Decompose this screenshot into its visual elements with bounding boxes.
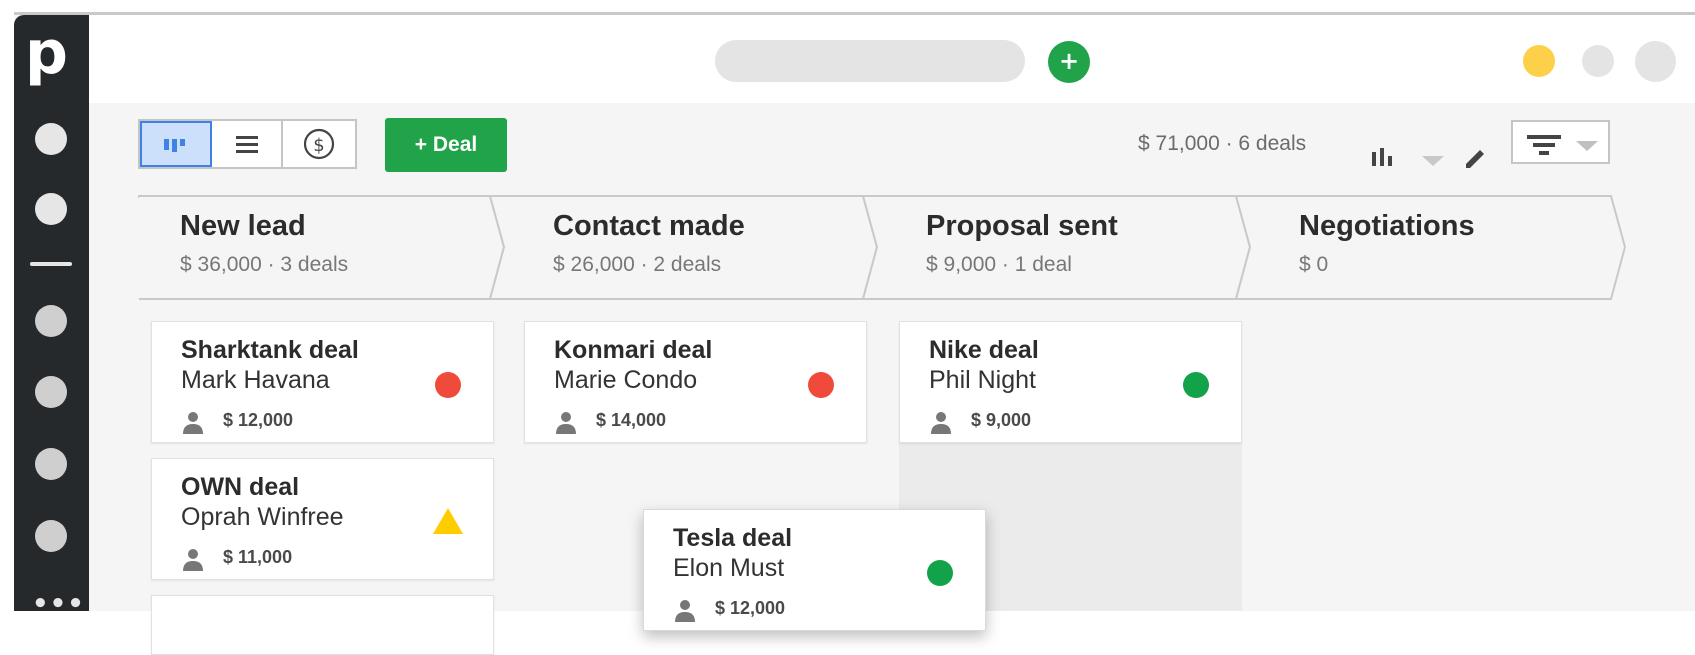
notification-indicator[interactable]: [1523, 45, 1555, 77]
status-red-icon: [808, 372, 834, 398]
deal-card-partial[interactable]: [151, 595, 494, 655]
nav-item-5[interactable]: [35, 448, 67, 480]
status-red-icon: [435, 372, 461, 398]
deal-card-sharktank[interactable]: Sharktank deal Mark Havana $ 12,000: [151, 321, 494, 443]
forecast-view-button[interactable]: $: [283, 121, 355, 167]
stage-summary: $ 9,000 · 1 deal: [926, 253, 1072, 276]
chevron-down-icon: [1576, 141, 1598, 151]
stage-proposal-sent: Proposal sent $ 9,000 · 1 deal: [926, 210, 1118, 277]
deal-title: OWN deal: [181, 473, 300, 501]
edit-icon[interactable]: [1462, 146, 1488, 172]
chevron-down-icon[interactable]: [1420, 154, 1446, 168]
deal-title: Nike deal: [929, 336, 1039, 364]
deal-title: Sharktank deal: [181, 336, 359, 364]
search-input[interactable]: [715, 40, 1025, 82]
view-toggle: $: [138, 119, 357, 169]
stage-summary: $ 36,000 · 3 deals: [180, 253, 349, 276]
top-bar: +: [89, 15, 1695, 103]
status-green-icon: [1183, 372, 1209, 398]
nav-item-2[interactable]: [35, 193, 67, 225]
deal-person: Oprah Winfree: [181, 503, 344, 531]
list-view-button[interactable]: [212, 121, 284, 167]
deal-person: Mark Havana: [181, 366, 330, 394]
stage-name: New lead: [180, 210, 306, 242]
deal-title: Tesla deal: [673, 524, 793, 552]
forecast-view-icon: $: [304, 128, 335, 160]
stage-summary: $ 26,000 · 2 deals: [553, 253, 722, 276]
warning-icon: [433, 508, 463, 534]
nav-item-4[interactable]: [35, 376, 67, 408]
nav-item-1[interactable]: [35, 123, 67, 155]
stage-new-lead: New lead $ 36,000 · 3 deals: [180, 210, 348, 277]
add-deal-button[interactable]: + Deal: [385, 118, 507, 172]
deal-title: Konmari deal: [554, 336, 713, 364]
avatar[interactable]: [1635, 41, 1676, 82]
person-icon: [556, 412, 576, 434]
stage-negotiations: Negotiations $ 0: [1299, 210, 1475, 277]
filter-icon: [1527, 135, 1561, 155]
person-icon: [183, 549, 203, 571]
filter-button[interactable]: [1511, 120, 1610, 164]
deal-card-tesla[interactable]: Tesla deal Elon Must $ 12,000: [643, 509, 986, 631]
sidebar: p •••: [14, 15, 89, 611]
stage-contact-made: Contact made $ 26,000 · 2 deals: [553, 210, 745, 277]
app-logo[interactable]: p: [25, 23, 68, 83]
deal-value: $ 14,000: [596, 410, 667, 430]
stage-name: Negotiations: [1299, 210, 1475, 242]
stage-summary: $ 0: [1299, 253, 1329, 276]
chart-icon[interactable]: [1370, 146, 1396, 168]
deal-value: $ 12,000: [715, 598, 786, 618]
pipeline-summary: $ 71,000 · 6 deals: [1138, 132, 1307, 155]
help-button[interactable]: [1582, 45, 1614, 77]
quick-add-button[interactable]: +: [1048, 41, 1090, 83]
person-icon: [183, 412, 203, 434]
deal-person: Phil Night: [929, 366, 1036, 394]
pipeline-view-icon: [163, 139, 185, 152]
nav-item-3[interactable]: [35, 305, 67, 337]
deal-card-nike[interactable]: Nike deal Phil Night $ 9,000: [899, 321, 1242, 443]
deal-person: Marie Condo: [554, 366, 698, 394]
deal-card-konmari[interactable]: Konmari deal Marie Condo $ 14,000: [524, 321, 867, 443]
deal-value: $ 12,000: [223, 410, 294, 430]
nav-active-indicator: [30, 262, 72, 266]
status-green-icon: [927, 560, 953, 586]
stage-name: Proposal sent: [926, 210, 1118, 242]
pipeline-view-button[interactable]: [140, 121, 212, 167]
deal-value: $ 9,000: [971, 410, 1032, 430]
deal-card-own[interactable]: OWN deal Oprah Winfree $ 11,000: [151, 458, 494, 580]
svg-text:$: $: [313, 135, 324, 156]
nav-item-6[interactable]: [35, 520, 67, 552]
deal-value: $ 11,000: [223, 547, 293, 567]
deal-person: Elon Must: [673, 554, 785, 582]
person-icon: [675, 600, 695, 622]
list-view-icon: [235, 136, 258, 153]
person-icon: [931, 412, 951, 434]
stage-name: Contact made: [553, 210, 745, 242]
more-icon[interactable]: •••: [32, 591, 85, 611]
